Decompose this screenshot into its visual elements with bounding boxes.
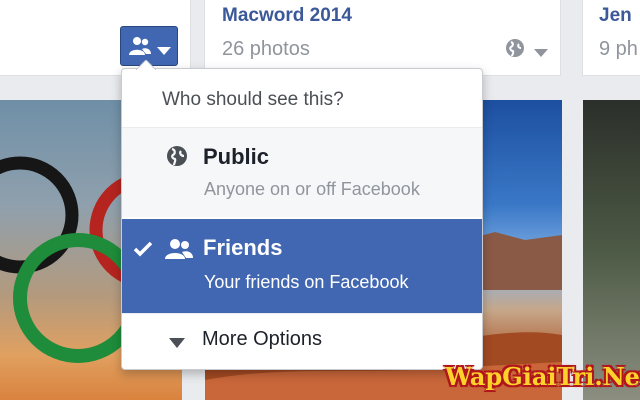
more-options-item[interactable]: More Options bbox=[122, 313, 482, 369]
album-card-macword[interactable]: Macword 2014 26 photos bbox=[205, 0, 560, 75]
checkmark-icon bbox=[133, 241, 153, 262]
more-options-label: More Options bbox=[202, 328, 323, 350]
dropdown-pointer bbox=[136, 60, 156, 70]
album-card-right[interactable]: Jen 9 ph bbox=[583, 0, 640, 75]
globe-icon bbox=[505, 38, 525, 63]
caret-down-icon bbox=[169, 335, 185, 353]
menu-option-description: Anyone on or off Facebook bbox=[204, 179, 420, 199]
menu-option-description: Your friends on Facebook bbox=[204, 272, 409, 292]
globe-icon bbox=[166, 145, 188, 172]
album-title[interactable]: Jen bbox=[599, 5, 632, 27]
album-title[interactable]: Macword 2014 bbox=[222, 5, 352, 27]
menu-option-public[interactable]: Public Anyone on or off Facebook bbox=[122, 127, 482, 217]
album-photo-count: 9 ph bbox=[599, 38, 638, 60]
chevron-down-icon bbox=[534, 44, 548, 62]
friends-icon bbox=[128, 36, 152, 61]
album-cover-photo[interactable] bbox=[583, 100, 640, 400]
menu-option-label: Public bbox=[203, 144, 270, 169]
album-photo-count: 26 photos bbox=[222, 38, 310, 60]
privacy-dropdown-menu: Who should see this? Public Anyone on or… bbox=[121, 60, 483, 370]
menu-option-label: Friends bbox=[203, 235, 283, 260]
watermark-text: WapGiaiTri.Net bbox=[445, 362, 640, 391]
friends-icon bbox=[165, 238, 193, 265]
chevron-down-icon bbox=[157, 42, 171, 60]
album-card-left[interactable] bbox=[0, 0, 190, 75]
menu-header: Who should see this? bbox=[162, 89, 344, 110]
menu-option-friends[interactable]: Friends Your friends on Facebook bbox=[122, 219, 482, 313]
